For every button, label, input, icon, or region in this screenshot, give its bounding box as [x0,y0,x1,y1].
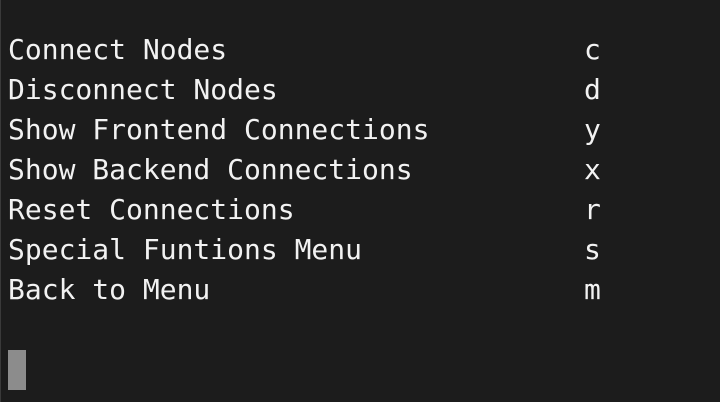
menu-item-shortcut: c [584,33,601,66]
menu-item-label: Special Funtions Menu [8,233,363,266]
menu-item-shortcut: x [584,153,601,186]
menu-item-shortcut: r [584,193,601,226]
menu-item-label: Connect Nodes [8,33,228,66]
menu-item-connect-nodes[interactable]: Connect Nodes c [8,30,708,70]
menu-item-show-frontend-connections[interactable]: Show Frontend Connections y [8,110,708,150]
menu-item-show-backend-connections[interactable]: Show Backend Connections x [8,150,708,190]
menu-item-shortcut: y [584,113,601,146]
menu-item-shortcut: m [584,273,601,306]
menu-item-label: Show Frontend Connections [8,113,430,146]
menu-item-label: Disconnect Nodes [8,73,278,106]
terminal-window[interactable]: Connect Nodes c Disconnect Nodes d Show … [0,0,720,402]
menu-item-shortcut: s [584,233,601,266]
menu-item-disconnect-nodes[interactable]: Disconnect Nodes d [8,70,708,110]
menu-item-reset-connections[interactable]: Reset Connections r [8,190,708,230]
menu-item-label: Back to Menu [8,273,211,306]
terminal-cursor[interactable] [8,350,26,390]
menu-item-label: Show Backend Connections [8,153,413,186]
menu-item-special-functions-menu[interactable]: Special Funtions Menu s [8,230,708,270]
menu-item-back-to-menu[interactable]: Back to Menu m [8,270,708,310]
menu-item-label: Reset Connections [8,193,295,226]
menu-list: Connect Nodes c Disconnect Nodes d Show … [8,30,708,310]
menu-item-shortcut: d [584,73,601,106]
